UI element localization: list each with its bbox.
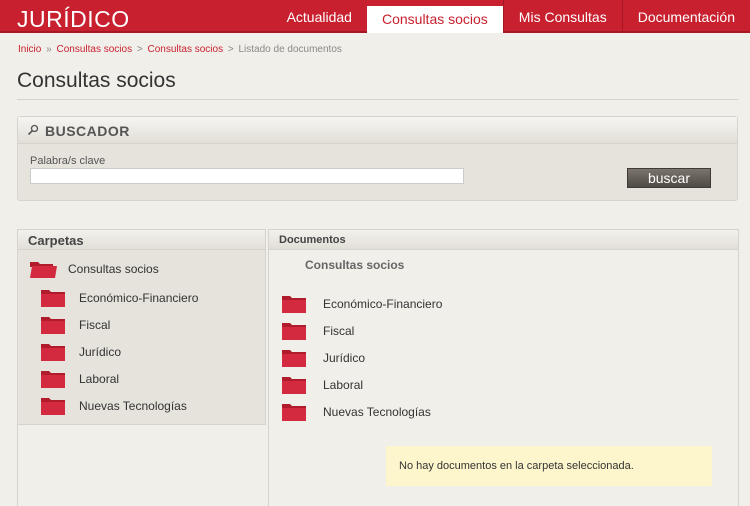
breadcrumb-inicio[interactable]: Inicio <box>18 44 41 55</box>
folder-label: Jurídico <box>323 351 366 365</box>
folder-label: Nuevas Tecnologías <box>323 405 431 419</box>
folder-icon <box>282 404 306 421</box>
documents-folder-title: Consultas socios <box>305 258 405 272</box>
title-divider <box>17 99 738 100</box>
folder-item[interactable]: Laboral <box>40 369 119 389</box>
folder-label: Fiscal <box>79 318 111 332</box>
folder-icon <box>41 290 65 307</box>
top-bar: JURÍDICO Actualidad Consultas socios Mis… <box>0 0 750 33</box>
documents-heading: Documentos <box>269 230 738 250</box>
search-panel: BUSCADOR Palabra/s clave buscar <box>17 116 738 201</box>
folder-label: Laboral <box>79 372 120 386</box>
document-folder-item[interactable]: Fiscal <box>281 321 354 341</box>
folder-item[interactable]: Fiscal <box>40 315 110 335</box>
folder-icon <box>41 398 65 415</box>
folder-label: Nuevas Tecnologías <box>79 399 187 413</box>
nav-consultas-socios[interactable]: Consultas socios <box>366 6 503 33</box>
folder-icon <box>41 344 65 361</box>
documents-panel: Documentos Consultas socios Económico-Fi… <box>268 229 739 506</box>
folder-item[interactable]: Jurídico <box>40 342 121 362</box>
breadcrumb-separator: > <box>136 44 143 55</box>
breadcrumb-separator: > <box>227 44 234 55</box>
search-header: BUSCADOR <box>18 117 737 144</box>
document-folder-item[interactable]: Jurídico <box>281 348 365 368</box>
folders-panel: Carpetas Consultas socios Económico-Fina… <box>17 229 266 425</box>
search-button[interactable]: buscar <box>627 168 711 188</box>
breadcrumb: Inicio » Consultas socios > Consultas so… <box>18 44 342 55</box>
breadcrumb-separator: » <box>46 44 52 55</box>
folder-label: Fiscal <box>323 324 355 338</box>
folder-icon <box>282 296 306 313</box>
folder-icon <box>282 350 306 367</box>
main-nav: Actualidad Consultas socios Mis Consulta… <box>272 0 750 33</box>
empty-notice: No hay documentos en la carpeta seleccio… <box>386 446 712 486</box>
keyword-input[interactable] <box>30 168 464 184</box>
breadcrumb-consultas-socios-2[interactable]: Consultas socios <box>147 44 223 55</box>
folder-item[interactable]: Nuevas Tecnologías <box>40 396 187 416</box>
folders-heading: Carpetas <box>18 230 265 250</box>
folder-open-icon <box>30 262 57 278</box>
document-folder-item[interactable]: Nuevas Tecnologías <box>281 402 431 422</box>
nav-mis-consultas[interactable]: Mis Consultas <box>502 0 622 33</box>
nav-documentacion[interactable]: Documentación <box>621 0 750 33</box>
keyword-label: Palabra/s clave <box>30 155 106 167</box>
folder-icon <box>282 323 306 340</box>
folder-label: Laboral <box>323 378 364 392</box>
folder-label: Consultas socios <box>68 262 159 276</box>
breadcrumb-current: Listado de documentos <box>238 44 342 55</box>
panel-border <box>17 425 18 506</box>
folder-icon <box>41 317 65 334</box>
nav-actualidad[interactable]: Actualidad <box>272 0 367 33</box>
page-title: Consultas socios <box>17 69 176 92</box>
document-folder-item[interactable]: Laboral <box>281 375 363 395</box>
folder-root[interactable]: Consultas socios <box>29 259 159 279</box>
search-heading: BUSCADOR <box>45 123 130 139</box>
brand-title[interactable]: JURÍDICO <box>17 6 130 33</box>
folder-label: Económico-Financiero <box>79 291 199 305</box>
search-icon <box>27 124 39 136</box>
folder-icon <box>282 377 306 394</box>
folder-item[interactable]: Económico-Financiero <box>40 288 198 308</box>
folder-label: Jurídico <box>79 345 122 359</box>
folder-icon <box>41 371 65 388</box>
breadcrumb-consultas-socios[interactable]: Consultas socios <box>56 44 132 55</box>
document-folder-item[interactable]: Económico-Financiero <box>281 294 442 314</box>
folder-label: Económico-Financiero <box>323 297 443 311</box>
